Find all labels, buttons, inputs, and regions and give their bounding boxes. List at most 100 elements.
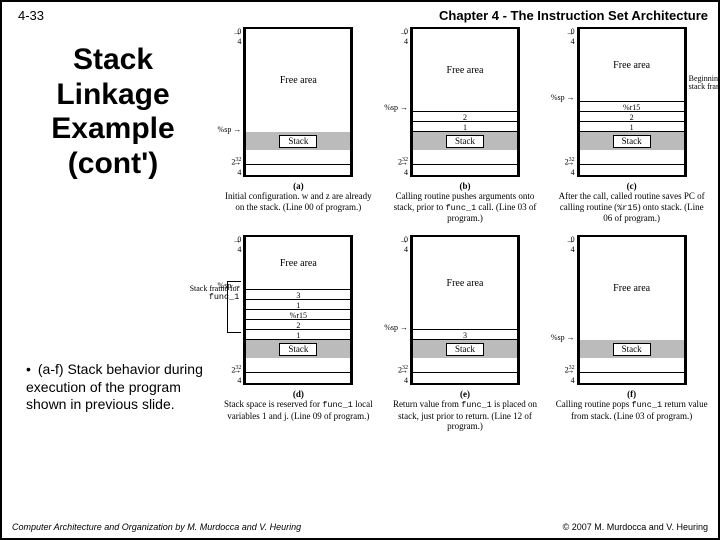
stack-band: Stack [243,132,353,150]
free-area: Free area [243,29,353,132]
stack-band: Stack [410,132,520,150]
slide: 4-33 Chapter 4 - The Instruction Set Arc… [0,0,720,540]
stack-band: Stack [243,340,353,358]
stack-cell: 3 [413,329,517,340]
stack-cells: %r1521 [577,102,687,132]
diagram-panel-a: 042324%sp →Free areaStack(a)Initial conf… [221,27,376,225]
addr-label [231,365,241,375]
addr-label: 4 [237,245,241,254]
diagram-panel-c: 042324%sp →Beginning of stack frameFree … [554,27,709,225]
free-area: Free area [243,237,353,290]
footer-right: © 2007 M. Murdocca and V. Heuring [563,522,708,532]
addr-label: 4 [571,376,575,385]
diagram-panel-e: 042324%sp →Free area3Stack(e)Return valu… [387,235,542,433]
slide-title: Stack Linkage Example (cont') [8,43,218,181]
diagram-panel-d: 042324%sp →Stack frame for func_1Free ar… [221,235,376,433]
addr-label [231,157,241,167]
gap [243,358,353,372]
gap [577,150,687,164]
footer-left: Computer Architecture and Organization b… [12,522,301,532]
stack-cell: 1 [580,121,684,132]
addr-label: 4 [237,37,241,46]
page-number: 4-33 [18,8,44,23]
stack-label: Stack [279,343,317,356]
stack-cell: 1 [246,329,350,340]
title-line: Linkage [8,78,218,113]
memory-column: 042324%sp →Beginning of stack frameFree … [577,27,687,177]
addr-label [398,157,408,167]
gap [577,358,687,372]
addr-label: 4 [571,245,575,254]
panel-caption: (c)After the call, called routine saves … [554,181,709,225]
left-column: Stack Linkage Example (cont') • (a-f) St… [8,23,218,518]
stack-cells: 21 [410,112,520,132]
addr-label: %sp → [551,93,575,102]
stack-band: Stack [577,340,687,358]
addr-label [398,235,408,245]
header: 4-33 Chapter 4 - The Instruction Set Arc… [2,2,718,23]
title-line: (cont') [8,147,218,182]
addr-label [398,365,408,375]
addr-label [565,27,575,37]
panel-caption: (b)Calling routine pushes arguments onto… [387,181,542,225]
stack-label: Stack [613,343,651,356]
free-area: Free area [410,29,520,112]
footer: Computer Architecture and Organization b… [2,518,718,538]
gap [410,358,520,372]
free-area: Free area [577,237,687,340]
addr-label: 4 [237,376,241,385]
title-line: Example [8,112,218,147]
stack-label: Stack [279,135,317,148]
addr-label [565,235,575,245]
memory-column: 042324%sp →Free areaStack [577,235,687,385]
free-area: Free area [577,29,687,102]
stack-band: Stack [410,340,520,358]
body: Stack Linkage Example (cont') • (a-f) St… [2,23,718,518]
stack-band: Stack [577,132,687,150]
addr-label: 4 [571,168,575,177]
addr-label: 4 [237,168,241,177]
bottom-cell [577,372,687,383]
stack-label: Stack [613,135,651,148]
diagram-row: 042324%sp →Stack frame for func_1Free ar… [218,235,712,433]
gap [410,150,520,164]
bottom-cell [410,164,520,175]
addr-label: %sp → [384,103,408,112]
addr-label: %sp → [384,323,408,332]
stack-cells: 31%r1521 [243,290,353,340]
stack-label: Stack [446,343,484,356]
diagram-panel-f: 042324%sp →Free areaStack(f)Calling rout… [554,235,709,433]
addr-label [398,27,408,37]
addr-label [231,27,241,37]
bottom-cell [243,164,353,175]
addr-label: 4 [404,37,408,46]
addr-label [565,365,575,375]
addr-label: 4 [404,245,408,254]
diagram-row: 042324%sp →Free areaStack(a)Initial conf… [218,27,712,225]
title-line: Stack [8,43,218,78]
bullet: • (a-f) Stack behavior during execution … [8,361,218,414]
brace-label: Stack frame for func_1 [189,285,239,302]
diagram-area: 042324%sp →Free areaStack(a)Initial conf… [218,23,712,518]
annotation: Beginning of stack frame [689,75,720,91]
stack-cell: 1 [413,121,517,132]
memory-column: 042324%sp →Free area3Stack [410,235,520,385]
memory-column: 042324%sp →Free area21Stack [410,27,520,177]
panel-caption: (a)Initial configuration. w and z are al… [221,181,376,225]
addr-label: %sp → [218,125,242,134]
panel-caption: (f)Calling routine pops func_1 return va… [554,389,709,433]
stack-cells: 3 [410,330,520,340]
free-area: Free area [410,237,520,330]
bottom-cell [577,164,687,175]
bullet-marker: • [26,361,34,379]
diagram-panel-b: 042324%sp →Free area21Stack(b)Calling ro… [387,27,542,225]
addr-label [565,157,575,167]
chapter-title: Chapter 4 - The Instruction Set Architec… [439,8,708,23]
gap [243,150,353,164]
bullet-text: (a-f) Stack behavior during execution of… [26,361,203,412]
addr-label [231,235,241,245]
memory-column: 042324%sp →Free areaStack [243,27,353,177]
stack-label: Stack [446,135,484,148]
addr-label: %sp → [551,333,575,342]
bottom-cell [410,372,520,383]
